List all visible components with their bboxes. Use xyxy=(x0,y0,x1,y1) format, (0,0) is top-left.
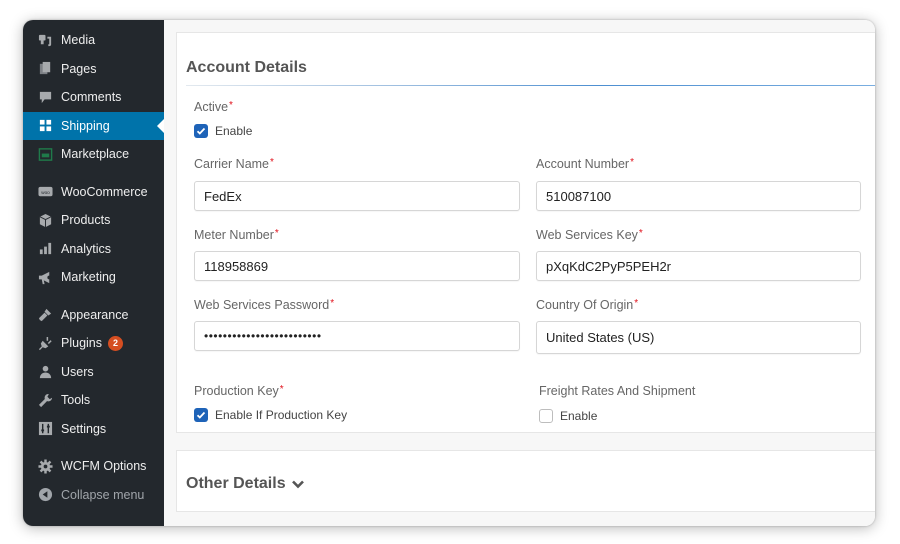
sidebar-item-label: WooCommerce xyxy=(61,184,148,199)
required-mark: * xyxy=(274,228,279,239)
web-services-password-input[interactable]: ••••••••••••••••••••••••• xyxy=(194,321,520,351)
chevron-down-icon xyxy=(291,480,304,489)
production-key-label: Production Key* xyxy=(194,384,284,398)
app-window: Media Pages Comments Shipping Marketplac… xyxy=(23,20,875,526)
title-divider xyxy=(186,85,875,86)
sidebar-item-shipping[interactable]: Shipping xyxy=(23,111,164,140)
megaphone-icon xyxy=(37,269,53,285)
products-box-icon xyxy=(37,212,53,228)
checkmark-icon xyxy=(196,411,206,419)
other-details-toggle[interactable]: Other Details xyxy=(186,475,305,493)
sidebar-item-label: Pages xyxy=(61,61,97,76)
sidebar-item-appearance[interactable]: Appearance xyxy=(23,301,164,330)
media-icon xyxy=(37,32,53,48)
sidebar-item-settings[interactable]: Settings xyxy=(23,415,164,444)
required-mark: * xyxy=(229,100,233,111)
woocommerce-icon: woo xyxy=(37,184,53,200)
sidebar-item-label: WCFM Options xyxy=(61,459,147,474)
sidebar-item-label: Plugins xyxy=(61,336,102,351)
sidebar-item-wcfm-options[interactable]: WCFM Options xyxy=(23,452,164,481)
sidebar-item-label: Comments xyxy=(61,90,122,105)
carrier-name-label: Carrier Name* xyxy=(194,157,274,171)
admin-sidebar: Media Pages Comments Shipping Marketplac… xyxy=(23,20,164,526)
sidebar-item-tools[interactable]: Tools xyxy=(23,386,164,415)
plugin-icon xyxy=(37,335,53,351)
checkmark-icon xyxy=(196,127,206,135)
freight-enable-checkbox[interactable]: Enable xyxy=(539,409,597,423)
sidebar-item-label: Products xyxy=(61,213,111,228)
checkbox-label: Enable If Production Key xyxy=(215,408,348,422)
settings-sliders-icon xyxy=(37,421,53,437)
gear-icon xyxy=(37,458,53,474)
collapse-arrow-icon xyxy=(37,487,53,503)
freight-rates-label: Freight Rates And Shipment xyxy=(539,384,696,398)
carrier-name-input[interactable]: FedEx xyxy=(194,181,520,211)
required-mark: * xyxy=(270,157,274,168)
sidebar-item-label: Collapse menu xyxy=(61,487,145,502)
sidebar-item-label: Analytics xyxy=(61,241,112,256)
checkbox-label: Enable xyxy=(560,409,598,423)
paintbrush-icon xyxy=(37,307,53,323)
user-icon xyxy=(37,364,53,380)
checkbox-label: Enable xyxy=(215,124,253,138)
sidebar-item-marketing[interactable]: Marketing xyxy=(23,263,164,292)
shipping-grid-icon xyxy=(37,118,53,134)
active-label: Active* xyxy=(194,100,233,114)
active-enable-checkbox[interactable]: Enable xyxy=(194,124,252,138)
checkbox-checked[interactable] xyxy=(194,408,208,422)
wrench-icon xyxy=(37,392,53,408)
svg-text:woo: woo xyxy=(41,190,50,195)
account-number-input[interactable]: 510087100 xyxy=(536,181,861,211)
analytics-bars-icon xyxy=(37,241,53,257)
required-mark: * xyxy=(630,157,635,168)
other-details-title: Other Details xyxy=(186,475,286,492)
sidebar-item-analytics[interactable]: Analytics xyxy=(23,235,164,264)
sidebar-item-woocommerce[interactable]: woo WooCommerce xyxy=(23,178,164,207)
sidebar-item-label: Settings xyxy=(61,421,107,436)
main-content: Account Details Active* Enable Carrier N… xyxy=(164,20,875,526)
required-mark: * xyxy=(330,298,335,309)
meter-number-input[interactable]: 118958869 xyxy=(194,251,520,281)
required-mark: * xyxy=(634,298,639,309)
sidebar-item-label: Media xyxy=(61,33,96,48)
collapse-menu-button[interactable]: Collapse menu xyxy=(23,481,164,510)
other-details-card[interactable]: Other Details xyxy=(176,450,875,512)
sidebar-item-label: Tools xyxy=(61,393,91,408)
sidebar-item-label: Appearance xyxy=(61,307,129,322)
sidebar-item-media[interactable]: Media xyxy=(23,26,164,55)
sidebar-item-label: Users xyxy=(61,364,94,379)
comments-icon xyxy=(37,89,53,105)
pages-icon xyxy=(37,61,53,77)
web-services-key-label: Web Services Key* xyxy=(536,228,643,242)
web-services-key-input[interactable]: pXqKdC2PyP5PEH2r xyxy=(536,251,861,281)
marketplace-icon xyxy=(37,146,53,162)
production-key-checkbox[interactable]: Enable If Production Key xyxy=(194,408,347,422)
sidebar-item-label: Marketplace xyxy=(61,147,130,162)
country-of-origin-select[interactable]: United States (US) xyxy=(536,321,861,354)
required-mark: * xyxy=(279,384,284,395)
account-details-title: Account Details xyxy=(186,59,307,76)
sidebar-item-users[interactable]: Users xyxy=(23,358,164,387)
sidebar-item-comments[interactable]: Comments xyxy=(23,83,164,112)
checkbox-checked[interactable] xyxy=(194,124,208,138)
plugins-update-badge: 2 xyxy=(108,335,123,351)
country-of-origin-label: Country Of Origin* xyxy=(536,298,639,312)
sidebar-item-marketplace[interactable]: Marketplace xyxy=(23,140,164,169)
sidebar-item-label: Shipping xyxy=(61,118,110,133)
sidebar-item-plugins[interactable]: Plugins 2 xyxy=(23,329,164,358)
account-details-card: Account Details Active* Enable Carrier N… xyxy=(176,32,875,433)
account-number-label: Account Number* xyxy=(536,157,635,171)
required-mark: * xyxy=(638,228,643,239)
sidebar-item-label: Marketing xyxy=(61,270,116,285)
meter-number-label: Meter Number* xyxy=(194,228,279,242)
web-services-password-label: Web Services Password* xyxy=(194,298,335,312)
checkbox-unchecked[interactable] xyxy=(539,409,553,423)
sidebar-item-products[interactable]: Products xyxy=(23,206,164,235)
sidebar-item-pages[interactable]: Pages xyxy=(23,55,164,84)
